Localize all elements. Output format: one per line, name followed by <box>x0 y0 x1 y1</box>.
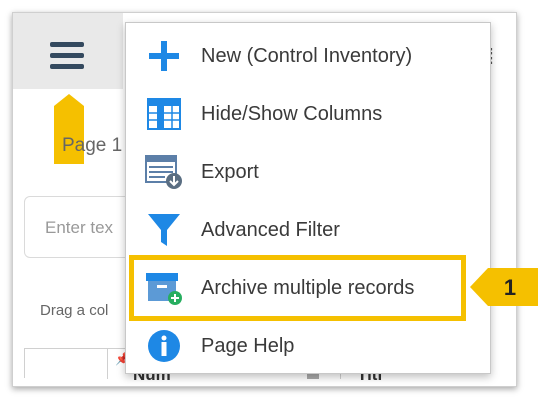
menu-item-page-help[interactable]: Page Help <box>126 317 490 375</box>
menu-item-hide-show-columns[interactable]: Hide/Show Columns <box>126 85 490 143</box>
menu-item-label: New (Control Inventory) <box>201 44 413 67</box>
hamburger-bar <box>50 53 84 58</box>
menu-item-label: Hide/Show Columns <box>201 102 383 125</box>
group-drag-hint: Drag a col <box>40 302 109 319</box>
menu-item-new[interactable]: New (Control Inventory) <box>126 27 490 85</box>
columns-icon <box>144 94 184 134</box>
menu-item-advanced-filter[interactable]: Advanced Filter <box>126 201 490 259</box>
filter-icon <box>144 210 184 250</box>
menu-item-label: Archive multiple records <box>201 276 415 299</box>
hamburger-bar <box>50 64 84 69</box>
menu-item-label: Page Help <box>201 334 295 357</box>
hamburger-bar <box>50 42 84 47</box>
menu-item-export[interactable]: Export <box>126 143 490 201</box>
archive-icon <box>144 268 184 308</box>
menu-item-archive-multiple-records[interactable]: Archive multiple records <box>126 259 490 317</box>
action-menu: New (Control Inventory) Hide/Show Column… <box>125 22 491 374</box>
menu-item-label: Advanced Filter <box>201 218 340 241</box>
column-divider <box>107 349 108 379</box>
menu-item-label: Export <box>201 160 259 183</box>
info-icon <box>144 326 184 366</box>
plus-icon <box>144 36 184 76</box>
hamburger-menu-button[interactable] <box>50 40 86 72</box>
step-number-badge: 1 <box>503 275 517 300</box>
export-icon <box>144 152 184 192</box>
page-label: Page 1 <box>62 135 123 156</box>
